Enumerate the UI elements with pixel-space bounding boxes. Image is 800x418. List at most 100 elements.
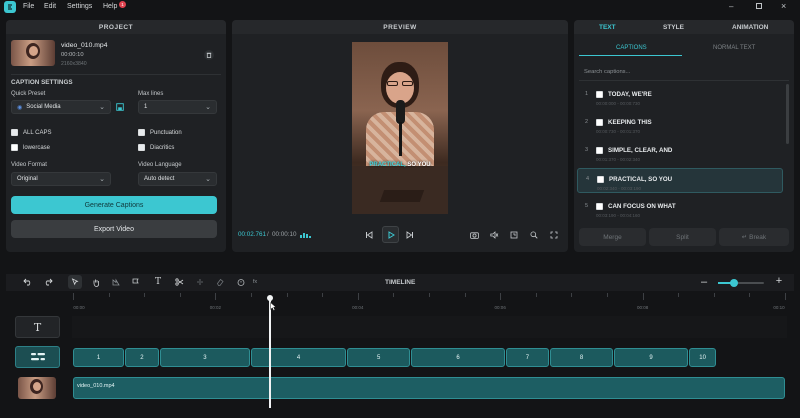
redo-icon[interactable] — [42, 276, 54, 288]
fullscreen-icon[interactable] — [548, 229, 560, 241]
chevron-down-icon: ⌄ — [99, 104, 105, 111]
fx-icon[interactable]: fx — [250, 276, 260, 288]
tab-text[interactable]: TEXT — [599, 24, 616, 31]
video-language-select[interactable]: Auto detect ⌄ — [138, 172, 217, 186]
caption-clip-3[interactable]: 3 — [159, 348, 250, 367]
video-thumbnail[interactable] — [11, 40, 55, 66]
caption-clip-4[interactable]: 4 — [251, 348, 347, 367]
all-caps-checkbox[interactable]: ALL CAPS — [11, 129, 51, 136]
undo-icon[interactable] — [22, 276, 34, 288]
subtab-normal-text[interactable]: NORMAL TEXT — [713, 45, 755, 51]
speed-tool-icon[interactable] — [110, 276, 122, 288]
chevron-down-icon: ⌄ — [205, 176, 211, 183]
zoom-in-icon[interactable]: + — [773, 275, 785, 287]
video-clip-label: video_010.mp4 — [77, 383, 115, 389]
caption-clip-9[interactable]: 9 — [614, 348, 688, 367]
maximize-icon[interactable] — [756, 3, 762, 9]
caption-clip-1[interactable]: 1 — [73, 348, 124, 367]
caption-clip-2[interactable]: 2 — [124, 348, 159, 367]
video-track-thumbnail[interactable] — [18, 377, 56, 399]
select-tool-icon[interactable] — [68, 275, 82, 289]
caption-item-2[interactable]: 2 KEEPING THIS 00:00:730 - 00:01:370 — [577, 112, 783, 137]
caption-clip-8[interactable]: 8 — [550, 348, 614, 367]
menu-edit[interactable]: Edit — [44, 3, 56, 10]
checkbox-checked[interactable] — [138, 144, 145, 151]
checkbox-unchecked[interactable] — [11, 144, 18, 151]
zoom-icon[interactable] — [528, 229, 540, 241]
caption-item-5[interactable]: 5 CAN FOCUS ON WHAT 00:03:190 - 00:04:160 — [577, 196, 783, 221]
volume-icon[interactable] — [488, 229, 500, 241]
ruler-tick — [429, 293, 430, 297]
checkbox-unchecked[interactable] — [596, 147, 603, 154]
caption-track-button[interactable] — [15, 346, 60, 368]
break-button[interactable]: ↵ Break — [719, 228, 789, 246]
save-preset-icon[interactable] — [115, 102, 125, 112]
max-lines-select[interactable]: 1 ⌄ — [138, 100, 217, 114]
zoom-out-icon[interactable]: – — [698, 276, 710, 288]
project-file-name: video_010.mp4 — [61, 42, 108, 49]
checkbox-checked[interactable] — [138, 129, 145, 136]
crop-icon[interactable] — [508, 229, 520, 241]
eraser-icon[interactable] — [214, 276, 226, 288]
text-panel: TEXT STYLE ANIMATION CAPTIONS NORMAL TEX… — [574, 20, 794, 252]
generate-captions-button[interactable]: Generate Captions — [11, 196, 217, 214]
checkbox-unchecked[interactable] — [596, 119, 603, 126]
merge-button[interactable]: Merge — [579, 228, 646, 246]
split-button[interactable]: Split — [649, 228, 716, 246]
ruler-tick — [678, 293, 680, 297]
caption-clip-5[interactable]: 5 — [347, 348, 411, 367]
zoom-slider[interactable] — [718, 279, 764, 287]
export-video-button[interactable]: Export Video — [11, 220, 217, 238]
checkbox-unchecked[interactable] — [596, 91, 603, 98]
text-track-button[interactable]: T — [15, 316, 60, 338]
caption-clip-6[interactable]: 6 — [411, 348, 505, 367]
ruler-tick — [179, 293, 181, 297]
quick-preset-select[interactable]: ◉ Social Media ⌄ — [11, 100, 111, 114]
diacritics-checkbox[interactable]: Diacritics — [138, 144, 174, 151]
lowercase-checkbox[interactable]: lowercase — [11, 144, 50, 151]
project-duration: 00:00:10 — [61, 52, 84, 58]
caption-clip-10[interactable]: 10 — [688, 348, 717, 367]
ruler-tick — [571, 293, 573, 297]
video-format-select[interactable]: Original ⌄ — [11, 172, 111, 186]
search-input[interactable]: Search captions... — [584, 69, 630, 75]
video-clip[interactable]: video_010.mp4 — [73, 377, 785, 399]
checkbox-unchecked[interactable] — [597, 176, 604, 183]
delete-icon[interactable] — [204, 50, 214, 60]
hand-tool-icon[interactable] — [90, 276, 102, 288]
zoom-slider-handle[interactable] — [730, 279, 739, 287]
minimize-icon[interactable]: – — [729, 2, 733, 11]
caption-item-3[interactable]: 3 SIMPLE, CLEAR, AND 00:01:370 - 00:02:34… — [577, 140, 783, 165]
split-tool-icon[interactable] — [194, 276, 206, 288]
skip-forward-icon[interactable] — [404, 229, 416, 241]
checkbox-checked[interactable] — [11, 129, 18, 136]
punctuation-checkbox[interactable]: Punctuation — [138, 129, 182, 136]
menu-help[interactable]: Help — [103, 3, 117, 10]
video-frame[interactable]: PRACTICAL, SO YOU — [352, 42, 448, 214]
caption-overlay: PRACTICAL, SO YOU — [352, 162, 448, 168]
checkbox-unchecked[interactable] — [596, 203, 603, 210]
menu-file[interactable]: File — [23, 3, 34, 10]
scissors-icon[interactable] — [173, 276, 185, 288]
text-track[interactable] — [72, 316, 787, 338]
timeline-toolbar: T fx TIMELINE – + — [6, 274, 794, 291]
camera-icon[interactable] — [468, 229, 480, 241]
skip-back-icon[interactable] — [363, 229, 375, 241]
playhead-handle[interactable] — [266, 295, 273, 301]
preview-panel: PREVIEW PRACTICAL, SO YOU 00:02.761 / 00… — [232, 20, 568, 252]
caption-list-scrollbar[interactable] — [786, 84, 789, 144]
caption-item-4-selected[interactable]: 4 PRACTICAL, SO YOU 00:02:340 - 00:03:190 — [577, 168, 783, 193]
text-tool-icon[interactable]: T — [152, 276, 164, 288]
menu-settings[interactable]: Settings — [67, 3, 92, 10]
ruler-tick — [464, 293, 466, 297]
flag-tool-icon[interactable] — [130, 276, 142, 288]
tab-animation[interactable]: ANIMATION — [732, 24, 768, 31]
close-icon[interactable]: × — [781, 1, 786, 11]
caption-item-1[interactable]: 1 TODAY, WE'RE 00:00:000 - 00:00:730 — [577, 84, 783, 109]
subtab-captions[interactable]: CAPTIONS — [616, 45, 647, 51]
timeline-ruler[interactable]: 00:00 00:02 00:04 00:06 00:08 00:10 — [72, 293, 787, 312]
play-button[interactable] — [382, 226, 399, 243]
stopwatch-icon[interactable] — [235, 276, 247, 288]
caption-clip-7[interactable]: 7 — [505, 348, 550, 367]
tab-style[interactable]: STYLE — [663, 24, 684, 31]
